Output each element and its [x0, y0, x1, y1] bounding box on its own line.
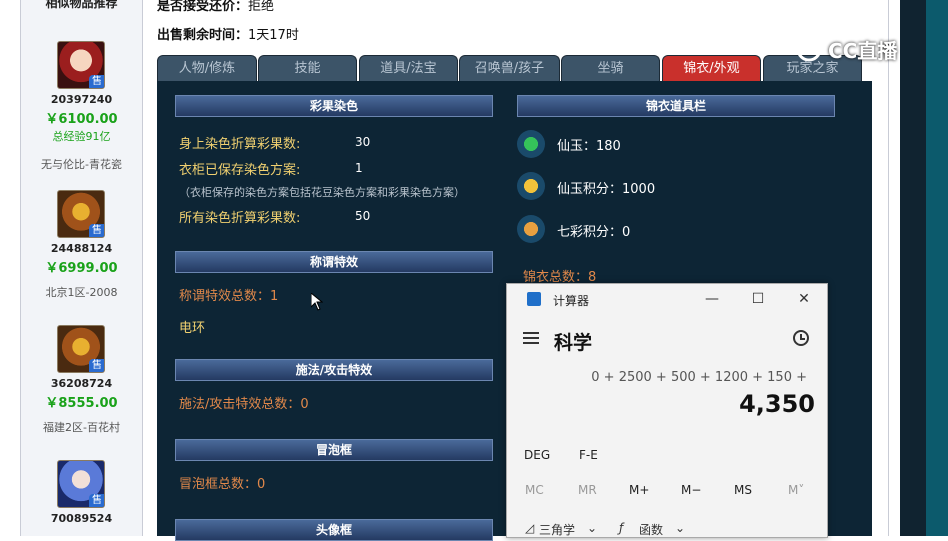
item-experience: 总经验91亿	[52, 130, 111, 143]
item-id[interactable]: 36208724	[21, 377, 142, 390]
character-avatar-icon[interactable]: 售	[57, 460, 105, 508]
item-price: ￥6100.00	[45, 112, 118, 127]
item-id[interactable]: 20397240	[21, 93, 142, 106]
chevron-down-icon: ⌄	[587, 521, 598, 535]
accept-offer-label: 是否接受还价：	[157, 0, 249, 14]
hamburger-menu-icon[interactable]	[523, 332, 539, 344]
sale-badge: 售	[89, 224, 104, 237]
chevron-down-icon: ⌄	[675, 521, 686, 535]
section-header-jinyi: 锦衣道具栏	[517, 95, 835, 117]
character-avatar-icon[interactable]: 售	[57, 325, 105, 373]
trig-icon: ◿	[525, 521, 535, 535]
calculator-window[interactable]: 计算器 — ☐ ✕ 科学 0 + 2500 + 500 + 1200 + 150…	[506, 283, 828, 538]
item-id[interactable]: 70089524	[21, 512, 142, 525]
qicai-points-label: 七彩积分：0	[557, 225, 631, 240]
sale-badge: 售	[89, 359, 104, 372]
item-server: 无与伦比-青花瓷	[41, 158, 122, 171]
function-icon: ƒ	[619, 521, 624, 535]
calculator-expression: 0 + 2500 + 500 + 1200 + 150 +	[591, 370, 807, 385]
title-effect-item: 电环	[179, 321, 206, 336]
watermark-text: CC直播	[828, 39, 898, 63]
section-header-dye: 彩果染色	[175, 95, 493, 117]
item-server: 福建2区-百花村	[43, 421, 120, 434]
all-dye-value: 50	[355, 209, 371, 223]
cc-live-watermark: CC直播	[796, 34, 920, 64]
memory-list-button[interactable]: M˅	[788, 483, 804, 497]
history-icon[interactable]	[793, 330, 809, 346]
memory-clear-button[interactable]: MC	[525, 483, 544, 497]
memory-store-button[interactable]: MS	[734, 483, 752, 497]
wardrobe-value: 1	[355, 161, 363, 175]
memory-subtract-button[interactable]: M−	[681, 483, 701, 497]
item-id[interactable]: 24488124	[21, 242, 142, 255]
section-header-cast-effect: 施法/攻击特效	[175, 359, 493, 381]
tab-skills[interactable]: 技能	[258, 55, 357, 82]
wardrobe-label: 衣柜已保存染色方案:	[179, 163, 301, 178]
wardrobe-note: （衣柜保存的染色方案包括花豆染色方案和彩果染色方案）	[179, 186, 465, 199]
title-effect-count: 称谓特效总数：1	[179, 289, 279, 304]
accept-offer-row: 是否接受还价：拒绝	[157, 0, 274, 14]
tab-mount[interactable]: 坐骑	[561, 55, 660, 82]
section-header-avatar-frame: 头像框	[175, 519, 493, 541]
tab-summons[interactable]: 召唤兽/孩子	[459, 55, 560, 82]
calculator-result: 4,350	[739, 390, 815, 418]
calculator-title: 计算器	[553, 294, 590, 308]
deg-button[interactable]: DEG	[524, 448, 550, 462]
qicai-points-icon	[517, 215, 545, 243]
body-dye-value: 30	[355, 135, 371, 149]
tab-appearance[interactable]: 锦衣/外观	[662, 55, 761, 82]
fe-button[interactable]: F-E	[579, 448, 598, 462]
accept-offer-value: 拒绝	[248, 0, 275, 14]
similar-items-header: 相似物品推荐	[45, 0, 118, 10]
similar-items-panel: 相似物品推荐 售 20397240 ￥6100.00 总经验91亿 无与伦比-青…	[20, 0, 143, 536]
xianyu-points-icon	[517, 172, 545, 200]
calculator-function-row: ◿ 三角学 ⌄ ƒ 函数 ⌄	[507, 521, 827, 537]
memory-recall-button[interactable]: MR	[578, 483, 597, 497]
calculator-app-icon	[527, 292, 541, 306]
remaining-time-label: 出售剩余时间：	[157, 28, 249, 43]
tab-character[interactable]: 人物/修炼	[157, 55, 257, 82]
xianyu-icon	[517, 130, 545, 158]
character-avatar-icon[interactable]: 售	[57, 41, 105, 89]
bubble-count: 冒泡框总数：0	[179, 477, 266, 492]
sale-badge: 售	[89, 75, 104, 88]
character-avatar-icon[interactable]: 售	[57, 190, 105, 238]
trig-dropdown[interactable]: 三角学	[539, 521, 575, 538]
remaining-time-row: 出售剩余时间：1天17时	[157, 24, 299, 43]
tab-items[interactable]: 道具/法宝	[359, 55, 458, 82]
body-dye-label: 身上染色折算彩果数:	[179, 137, 301, 152]
item-price: ￥8555.00	[45, 396, 118, 411]
function-dropdown[interactable]: 函数	[639, 521, 663, 538]
memory-add-button[interactable]: M+	[629, 483, 649, 497]
calculator-mode-title: 科学	[554, 332, 593, 354]
all-dye-label: 所有染色折算彩果数:	[179, 211, 301, 226]
minimize-button[interactable]: —	[697, 288, 727, 310]
cast-effect-count: 施法/攻击特效总数：0	[179, 397, 309, 412]
xianyu-points-label: 仙玉积分：1000	[557, 182, 656, 197]
section-header-bubble: 冒泡框	[175, 439, 493, 461]
xianyu-label: 仙玉：180	[557, 139, 621, 154]
remaining-time-value: 1天17时	[248, 28, 299, 43]
close-button[interactable]: ✕	[789, 288, 819, 310]
maximize-button[interactable]: ☐	[743, 288, 773, 310]
item-server: 北京1区-2008	[45, 286, 118, 299]
right-teal-strip	[926, 0, 948, 536]
section-header-title-effect: 称谓特效	[175, 251, 493, 273]
sale-badge: 售	[89, 494, 104, 507]
item-price: ￥6999.00	[45, 261, 118, 276]
